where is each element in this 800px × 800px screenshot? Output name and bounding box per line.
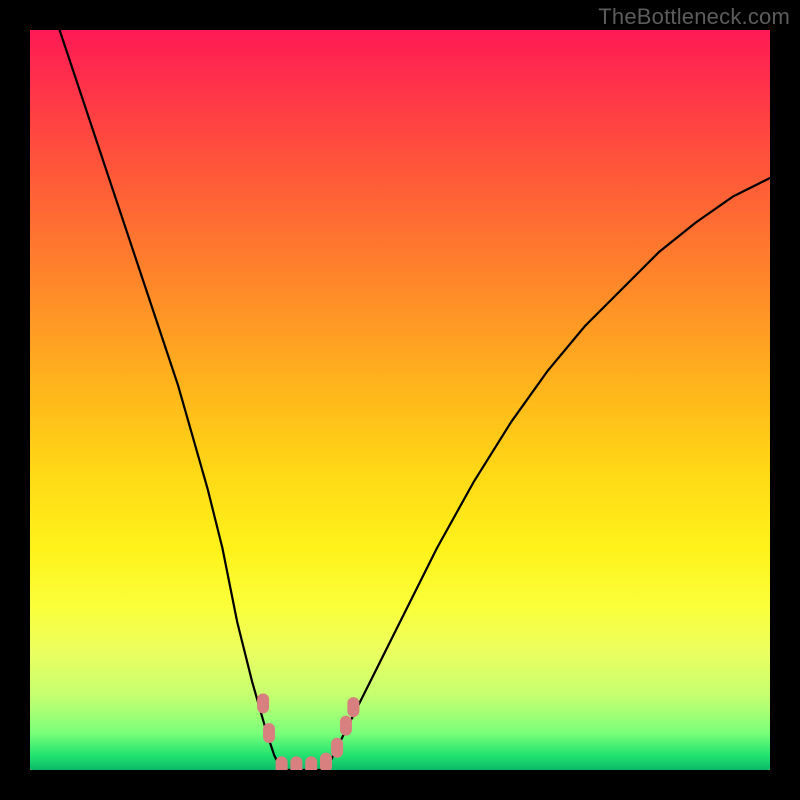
markers-group [257, 693, 359, 770]
data-marker [290, 756, 302, 770]
data-marker [340, 716, 352, 736]
data-marker [263, 723, 275, 743]
data-marker [257, 693, 269, 713]
right-branch-path [326, 178, 770, 770]
data-marker [347, 697, 359, 717]
data-marker [331, 738, 343, 758]
chart-frame: TheBottleneck.com [0, 0, 800, 800]
data-marker [276, 756, 288, 770]
plot-area-wrap [30, 30, 770, 770]
data-marker [320, 753, 332, 770]
data-marker [305, 756, 317, 770]
left-branch-path [60, 30, 282, 770]
watermark-text: TheBottleneck.com [598, 4, 790, 30]
curve-layer [30, 30, 770, 770]
